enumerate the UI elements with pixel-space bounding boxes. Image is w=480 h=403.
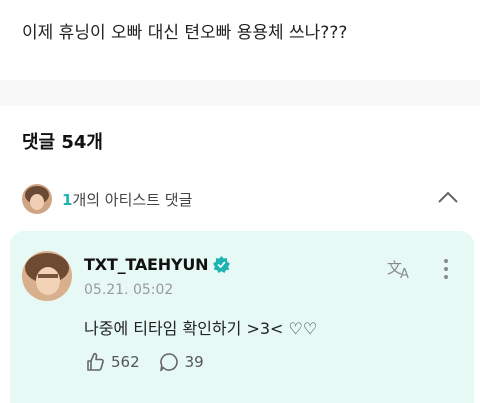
like-icon	[87, 352, 104, 371]
comments-count-header: 댓글 54개	[22, 132, 103, 153]
svg-text:A: A	[400, 267, 409, 281]
artist-comments-label: 1개의 아티스트 댓글	[62, 189, 192, 210]
post-text: 이제 휴닝이 오빠 대신 텬오빠 용용체 쓰나???	[22, 23, 348, 43]
like-count: 562	[111, 353, 140, 371]
more-vertical-icon[interactable]	[440, 257, 452, 281]
comment-actions: 562 39	[84, 351, 222, 373]
author-avatar[interactable]	[22, 251, 72, 301]
translate-icon[interactable]: 文 A	[386, 257, 414, 282]
chevron-up-icon[interactable]	[436, 186, 460, 210]
reply-count: 39	[184, 353, 204, 371]
verified-badge-icon	[213, 256, 231, 273]
artist-avatar-small	[22, 184, 52, 214]
artist-comments-toggle[interactable]: 1개의 아티스트 댓글	[22, 183, 192, 215]
artist-comments-text: 개의 아티스트 댓글	[72, 190, 193, 209]
like-button[interactable]: 562	[84, 351, 140, 373]
author-name[interactable]: TXT_TAEHYUN	[84, 255, 209, 274]
reply-icon	[159, 353, 178, 372]
artist-comments-count: 1	[62, 190, 73, 209]
artist-comment-card: TXT_TAEHYUN 05.21. 05:02 文 A 나중에 티타임 확인하…	[10, 231, 474, 403]
reply-button[interactable]: 39	[158, 351, 204, 373]
comment-timestamp: 05.21. 05:02	[84, 282, 174, 298]
comment-body: 나중에 티타임 확인하기 >3< ♡♡	[84, 319, 318, 338]
author-row: TXT_TAEHYUN	[84, 255, 231, 274]
section-divider	[0, 80, 480, 106]
